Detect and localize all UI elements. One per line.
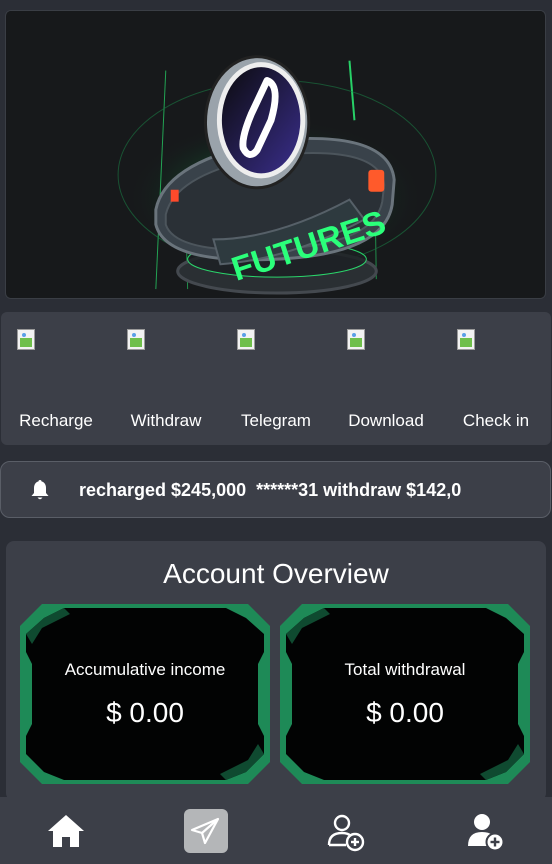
account-overview: Account Overview Accumulative income $ 0… — [6, 541, 546, 801]
promo-banner[interactable]: FUTURES — [5, 10, 546, 299]
check-in-label: Check in — [462, 411, 530, 430]
quick-actions: Recharge Withdraw Telegram Download Chec… — [1, 312, 551, 445]
recharge-button[interactable]: Recharge — [1, 312, 111, 445]
telegram-label: Telegram — [241, 411, 311, 430]
check-in-button[interactable]: Check in — [441, 312, 551, 445]
recharge-label: Recharge — [19, 411, 93, 430]
ticker-text: recharged $245,000 ******31 withdraw $14… — [79, 480, 462, 500]
notification-ticker[interactable]: recharged $245,000 ******31 withdraw $14… — [0, 461, 551, 518]
total-withdrawal-card: Total withdrawal $ 0.00 — [280, 604, 530, 784]
paper-plane-icon — [184, 809, 228, 853]
download-button[interactable]: Download — [331, 312, 441, 445]
home-icon — [48, 815, 84, 847]
accumulative-income-label: Accumulative income — [64, 660, 226, 679]
add-user-outline-icon — [327, 814, 365, 852]
nav-home[interactable] — [0, 797, 138, 864]
futures-banner-art: FUTURES — [6, 11, 545, 298]
total-withdrawal-label: Total withdrawal — [344, 660, 466, 679]
total-withdrawal-value: $ 0.00 — [366, 697, 444, 728]
telegram-icon — [237, 329, 255, 350]
withdraw-icon — [127, 329, 145, 350]
download-label: Download — [348, 411, 424, 430]
account-overview-title: Account Overview — [163, 558, 389, 589]
accumulative-income-value: $ 0.00 — [106, 697, 184, 728]
check-in-icon — [457, 329, 475, 350]
nav-mine[interactable] — [414, 797, 552, 864]
nav-trade[interactable] — [138, 797, 276, 864]
telegram-button[interactable]: Telegram — [221, 312, 331, 445]
card-frame — [20, 604, 270, 784]
withdraw-button[interactable]: Withdraw — [111, 312, 221, 445]
download-icon — [347, 329, 365, 350]
bell-icon — [31, 480, 49, 500]
add-user-filled-icon — [468, 814, 505, 852]
bottom-nav — [0, 797, 552, 864]
accumulative-income-card: Accumulative income $ 0.00 — [20, 604, 270, 784]
card-frame — [280, 604, 530, 784]
nav-team[interactable] — [276, 797, 414, 864]
recharge-icon — [17, 329, 35, 350]
withdraw-label: Withdraw — [130, 411, 202, 430]
